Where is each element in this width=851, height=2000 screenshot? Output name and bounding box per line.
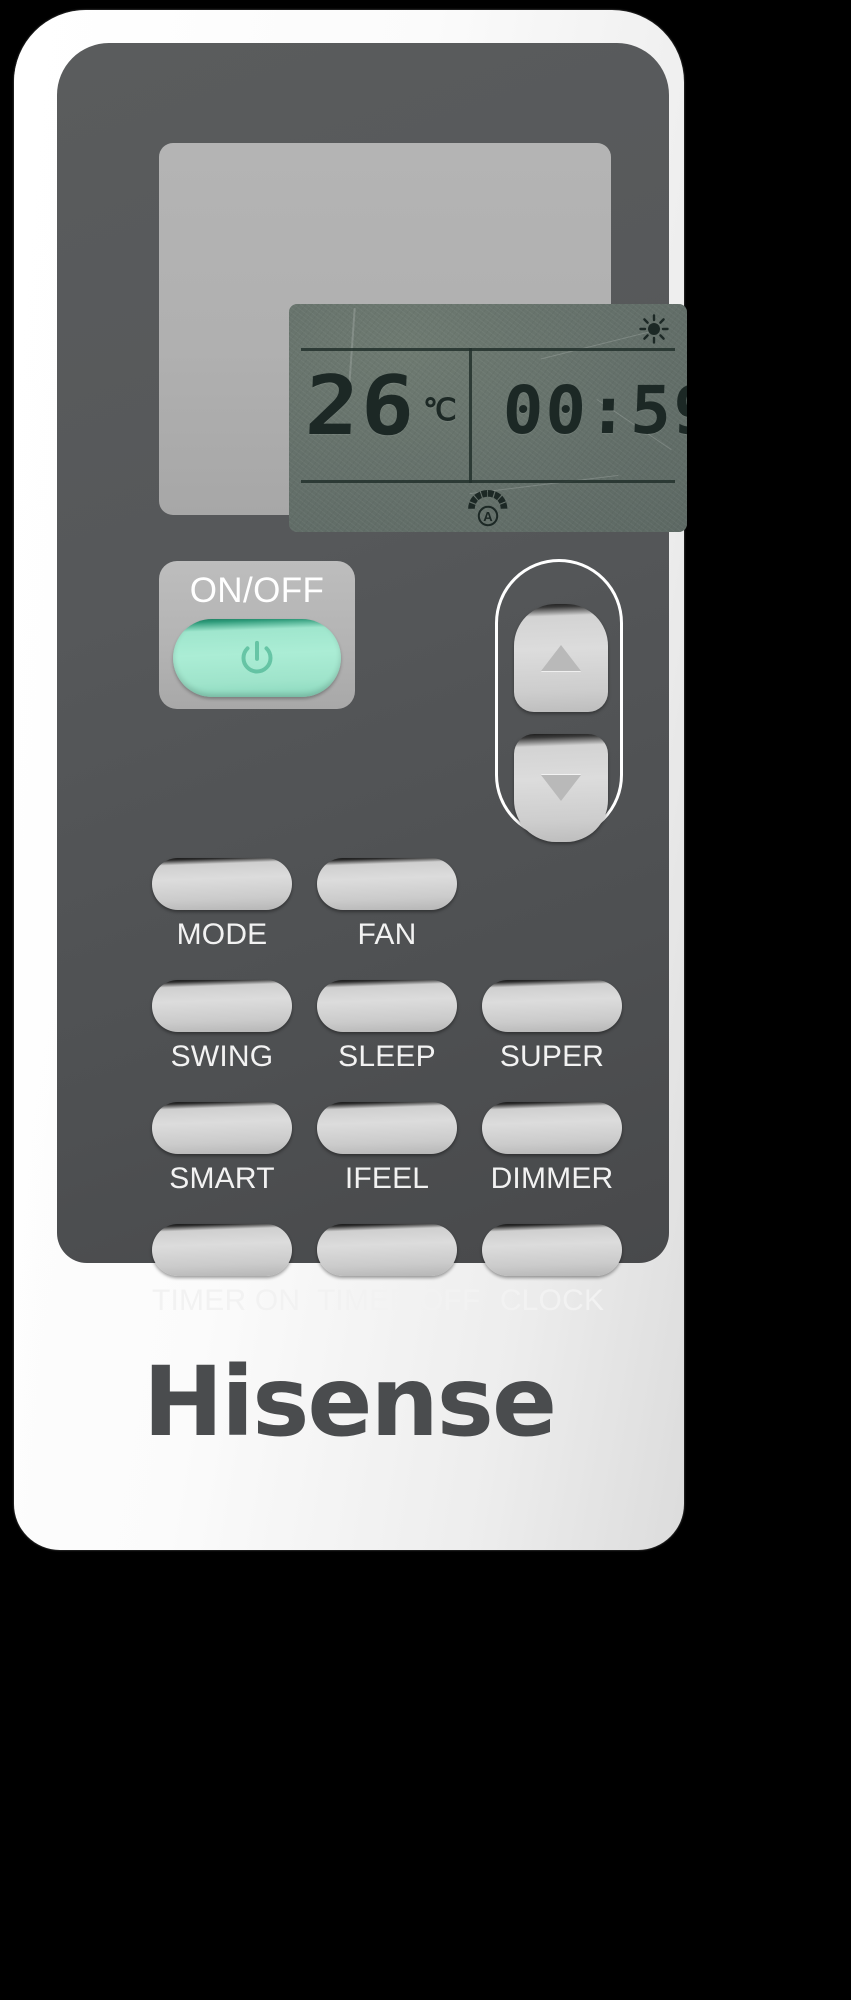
super-label: SUPER [499, 1040, 605, 1073]
lcd-divider-top [301, 348, 675, 351]
clock-label: CLOCK [499, 1284, 605, 1317]
swing-button[interactable] [152, 980, 292, 1032]
button-row-2: SWING SLEEP SUPER [152, 980, 642, 1102]
button-cell-timer-on: TIMER ON [152, 1224, 301, 1318]
ifeel-button[interactable] [317, 1102, 457, 1154]
swing-label: SWING [170, 1040, 274, 1073]
button-cell-timer-off: TIMER OFF [317, 1224, 481, 1318]
super-button[interactable] [482, 980, 622, 1032]
button-cell-smart: SMART [152, 1102, 292, 1196]
power-pad: ON/OFF [159, 561, 355, 709]
fan-auto-icon: A [464, 486, 512, 530]
button-cell-mode: MODE [152, 858, 292, 952]
button-row-1: MODE FAN [152, 858, 642, 980]
button-cell-swing: SWING [152, 980, 292, 1074]
fan-label: FAN [357, 918, 417, 951]
lcd-divider-bottom [301, 480, 675, 483]
fan-auto-letter: A [483, 509, 493, 524]
sleep-button[interactable] [317, 980, 457, 1032]
ifeel-label: IFEEL [344, 1162, 430, 1195]
button-row-3: SMART IFEEL DIMMER [152, 1102, 642, 1224]
dimmer-button[interactable] [482, 1102, 622, 1154]
button-cell-clock: CLOCK [482, 1224, 622, 1318]
mode-button[interactable] [152, 858, 292, 910]
timer-on-button[interactable] [152, 1224, 292, 1276]
temperature-up-button[interactable] [514, 604, 608, 712]
button-cell-sleep: SLEEP [317, 980, 457, 1074]
remote-control-photo: 26 ℃ 00:59 A ON/OFF MODE FAN SWING SLEEP… [0, 0, 851, 2000]
button-cell-super: SUPER [482, 980, 622, 1074]
fan-button[interactable] [317, 858, 457, 910]
mode-label: MODE [176, 918, 268, 951]
lcd-clock-value: 00:59 [501, 372, 687, 449]
lcd-temperature-unit: ℃ [423, 394, 459, 427]
button-grid: MODE FAN SWING SLEEP SUPER SMART IFEEL D… [152, 858, 642, 1346]
temperature-stepper [495, 559, 623, 842]
timer-off-button[interactable] [317, 1224, 457, 1276]
lcd-divider-vertical [469, 348, 472, 483]
lcd-screen: 26 ℃ 00:59 A [289, 304, 687, 532]
face-panel: 26 ℃ 00:59 A ON/OFF MODE FAN SWING SLEEP… [57, 43, 687, 1317]
timer-on-label: TIMER ON [152, 1284, 301, 1317]
dimmer-label: DIMMER [490, 1162, 614, 1195]
power-label: ON/OFF [189, 571, 325, 610]
timer-off-label: TIMER OFF [317, 1284, 481, 1317]
power-button[interactable] [173, 619, 341, 697]
sleep-label: SLEEP [338, 1040, 436, 1073]
lcd-temperature-value: 26 [303, 359, 419, 454]
button-row-4: TIMER ON TIMER OFF CLOCK [152, 1224, 642, 1346]
sun-icon [639, 314, 669, 344]
power-icon [241, 640, 273, 674]
smart-button[interactable] [152, 1102, 292, 1154]
triangle-down-icon [541, 775, 581, 801]
lcd-bezel: 26 ℃ 00:59 A [159, 143, 687, 532]
button-cell-ifeel: IFEEL [317, 1102, 457, 1196]
brand-logo: Hisense [142, 1346, 557, 1458]
triangle-up-icon [541, 645, 581, 671]
smart-label: SMART [169, 1162, 275, 1195]
button-cell-dimmer: DIMMER [482, 1102, 622, 1196]
temperature-down-button[interactable] [514, 734, 608, 842]
button-cell-fan: FAN [317, 858, 457, 952]
remote-body: 26 ℃ 00:59 A ON/OFF MODE FAN SWING SLEEP… [14, 10, 687, 1550]
clock-button[interactable] [482, 1224, 622, 1276]
